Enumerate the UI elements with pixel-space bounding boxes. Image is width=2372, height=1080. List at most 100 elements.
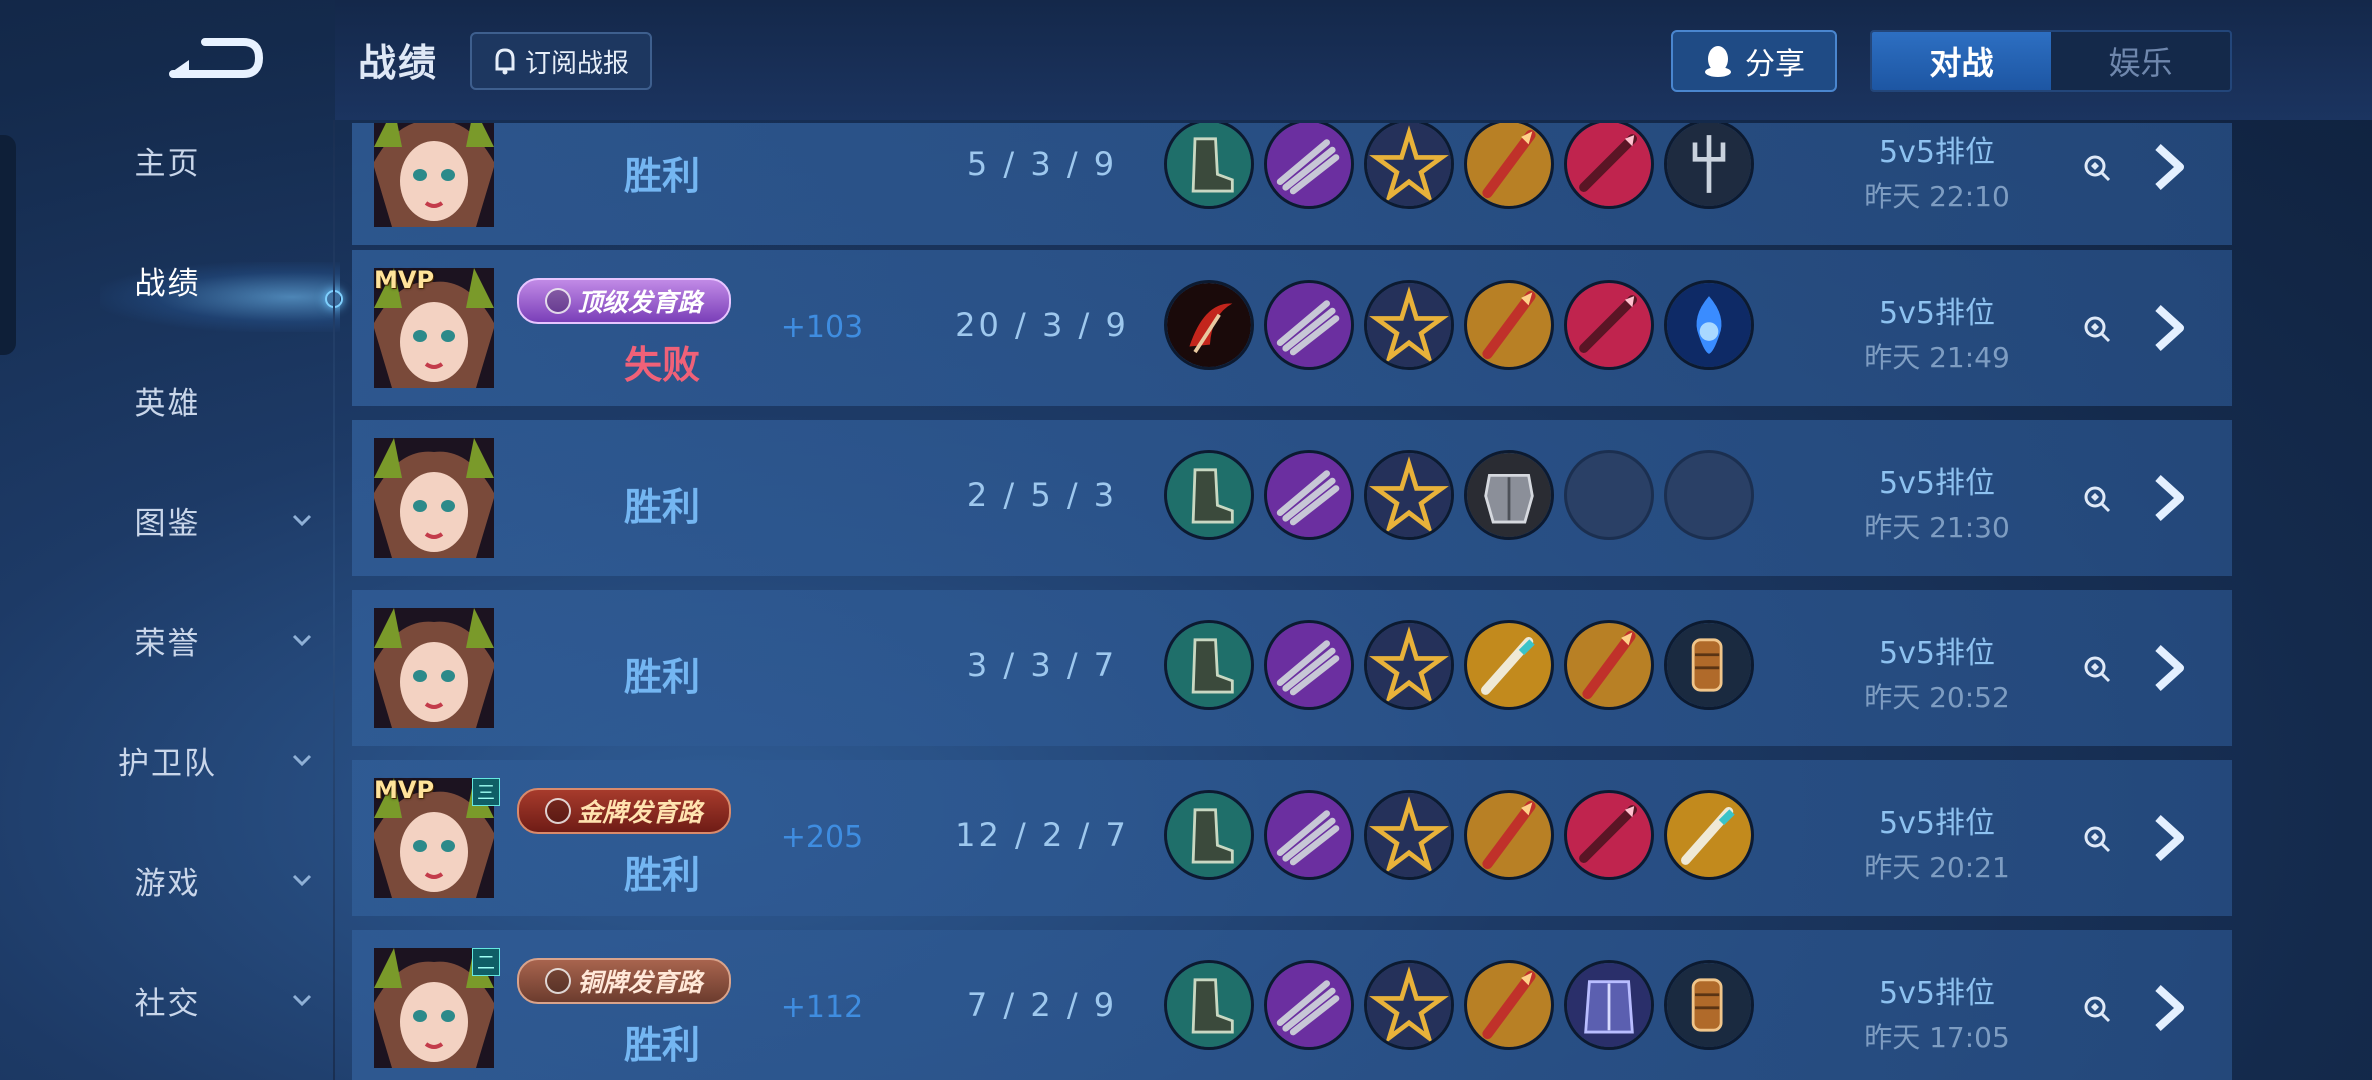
lane-badge: 铜牌发育路: [517, 958, 731, 1004]
kda-stat: 20 / 3 / 9: [955, 306, 1129, 344]
claw-blade-icon: [1264, 123, 1354, 209]
data-detail-icon[interactable]: [2082, 824, 2112, 854]
hero-avatar: [374, 438, 494, 558]
golden-star-icon: [1364, 960, 1454, 1050]
golden-sword-icon: [1664, 790, 1754, 880]
match-result: 失败: [623, 343, 700, 387]
data-detail-icon[interactable]: [2082, 994, 2112, 1024]
item-build: [1164, 280, 1764, 376]
lane-badge: 金牌发育路: [517, 788, 731, 834]
sidebar-item-1[interactable]: 战绩: [0, 240, 335, 320]
empty-item-slot: [1664, 450, 1754, 540]
sidebar-divider: [333, 120, 335, 1080]
sidebar-item-label: 主页: [134, 145, 201, 182]
match-row[interactable]: MVP 顶级发育路 失败 +103 20 / 3 / 9 5v5排位 昨天 21:49: [352, 250, 2232, 406]
match-row[interactable]: MVP 三金牌发育路 胜利 +205 12 / 2 / 7 5v5排位 昨天 20:21: [352, 760, 2232, 916]
back-icon[interactable]: [165, 30, 265, 85]
sidebar-item-7[interactable]: 社交: [0, 960, 335, 1040]
blue-flame-icon: [1664, 280, 1754, 370]
lane-coin-icon: [545, 288, 572, 314]
rank-points: +205: [780, 820, 864, 855]
rank-badge: 三: [472, 778, 500, 806]
sidebar-item-3[interactable]: 图鉴: [0, 480, 335, 560]
game-mode: 5v5排位: [1879, 636, 1995, 671]
chevron-down-icon: [292, 994, 312, 1007]
rank-badge: 二: [472, 948, 500, 976]
chevron-down-icon: [292, 874, 312, 887]
data-detail-icon[interactable]: [2082, 654, 2112, 684]
chevron-down-icon: [292, 754, 312, 767]
chevron-right-icon[interactable]: [2150, 982, 2190, 1034]
hero-avatar: [374, 123, 494, 227]
chevron-right-icon[interactable]: [2150, 472, 2190, 524]
subscribe-report-label: 订阅战报: [524, 48, 629, 79]
chevron-down-icon: [292, 514, 312, 527]
chevron-down-icon: [292, 634, 312, 647]
lane-badge-label: 铜牌发育路: [577, 968, 703, 997]
claw-blade-icon: [1264, 960, 1354, 1050]
crimson-sickle-icon: [1164, 280, 1254, 370]
item-build: [1164, 620, 1764, 716]
chevron-right-icon[interactable]: [2150, 642, 2190, 694]
match-row[interactable]: 胜利 5 / 3 / 9 5v5排位 昨天 22:10: [352, 123, 2232, 245]
item-build: [1164, 790, 1764, 886]
sidebar: 主页战绩英雄图鉴荣誉护卫队游戏社交: [0, 0, 343, 1080]
sidebar-item-5[interactable]: 护卫队: [0, 720, 335, 800]
tab-battle[interactable]: 对战: [1872, 32, 2051, 90]
crimson-blade-icon: [1564, 123, 1654, 209]
match-result: 胜利: [623, 1023, 700, 1067]
red-spear-icon: [1464, 790, 1554, 880]
golden-star-icon: [1364, 620, 1454, 710]
share-label: 分享: [1745, 47, 1805, 82]
kda-stat: 7 / 2 / 9: [966, 986, 1118, 1024]
match-result: 胜利: [623, 853, 700, 897]
match-row[interactable]: 胜利 3 / 3 / 7 5v5排位 昨天 20:52: [352, 590, 2232, 746]
sidebar-item-label: 战绩: [134, 265, 201, 302]
empty-item-slot: [1564, 450, 1654, 540]
mvp-label: MVP: [374, 776, 435, 804]
kda-stat: 2 / 5 / 3: [966, 476, 1118, 514]
claw-blade-icon: [1264, 450, 1354, 540]
dark-trident-icon: [1664, 123, 1754, 209]
tab-entertainment[interactable]: 娱乐: [2051, 32, 2230, 90]
kda-stat: 12 / 2 / 7: [955, 816, 1129, 854]
boots-icon: [1164, 620, 1254, 710]
item-build: [1164, 960, 1764, 1056]
claw-blade-icon: [1264, 790, 1354, 880]
match-time: 昨天 22:10: [1864, 180, 2010, 213]
red-spear-icon: [1464, 280, 1554, 370]
match-row[interactable]: 胜利 2 / 5 / 3 5v5排位 昨天 21:30: [352, 420, 2232, 576]
sidebar-item-2[interactable]: 英雄: [0, 360, 335, 440]
item-build: [1164, 450, 1764, 546]
subscribe-report-button[interactable]: 订阅战报: [470, 32, 652, 90]
golden-sword-icon: [1464, 620, 1554, 710]
sidebar-item-label: 护卫队: [118, 745, 217, 782]
match-row[interactable]: 二铜牌发育路 胜利 +112 7 / 2 / 9 5v5排位 昨天 17:05: [352, 930, 2232, 1080]
gauntlet-icon: [1664, 620, 1754, 710]
claw-blade-icon: [1264, 280, 1354, 370]
boots-icon: [1164, 450, 1254, 540]
boots-icon: [1164, 123, 1254, 209]
sidebar-item-label: 游戏: [134, 865, 201, 902]
gauntlet-icon: [1664, 960, 1754, 1050]
chevron-right-icon[interactable]: [2150, 141, 2190, 193]
data-detail-icon[interactable]: [2082, 484, 2112, 514]
sidebar-item-label: 荣誉: [134, 625, 201, 662]
sidebar-item-label: 英雄: [134, 385, 201, 422]
data-detail-icon[interactable]: [2082, 153, 2112, 183]
match-list[interactable]: 胜利 5 / 3 / 9 5v5排位 昨天 22:10 MVP 顶级发育路 失败 +103 20…: [352, 123, 2232, 1080]
kda-stat: 3 / 3 / 7: [966, 646, 1118, 684]
chevron-right-icon[interactable]: [2150, 302, 2190, 354]
share-button[interactable]: 分享: [1671, 30, 1837, 92]
boots-icon: [1164, 960, 1254, 1050]
sidebar-item-4[interactable]: 荣誉: [0, 600, 335, 680]
sidebar-item-6[interactable]: 游戏: [0, 840, 335, 920]
boots-icon: [1164, 790, 1254, 880]
data-detail-icon[interactable]: [2082, 314, 2112, 344]
page-title: 战绩: [358, 41, 439, 85]
lane-coin-icon: [545, 798, 572, 824]
chevron-right-icon[interactable]: [2150, 812, 2190, 864]
golden-star-icon: [1364, 450, 1454, 540]
sidebar-item-0[interactable]: 主页: [0, 120, 335, 200]
game-mode: 5v5排位: [1879, 806, 1995, 841]
